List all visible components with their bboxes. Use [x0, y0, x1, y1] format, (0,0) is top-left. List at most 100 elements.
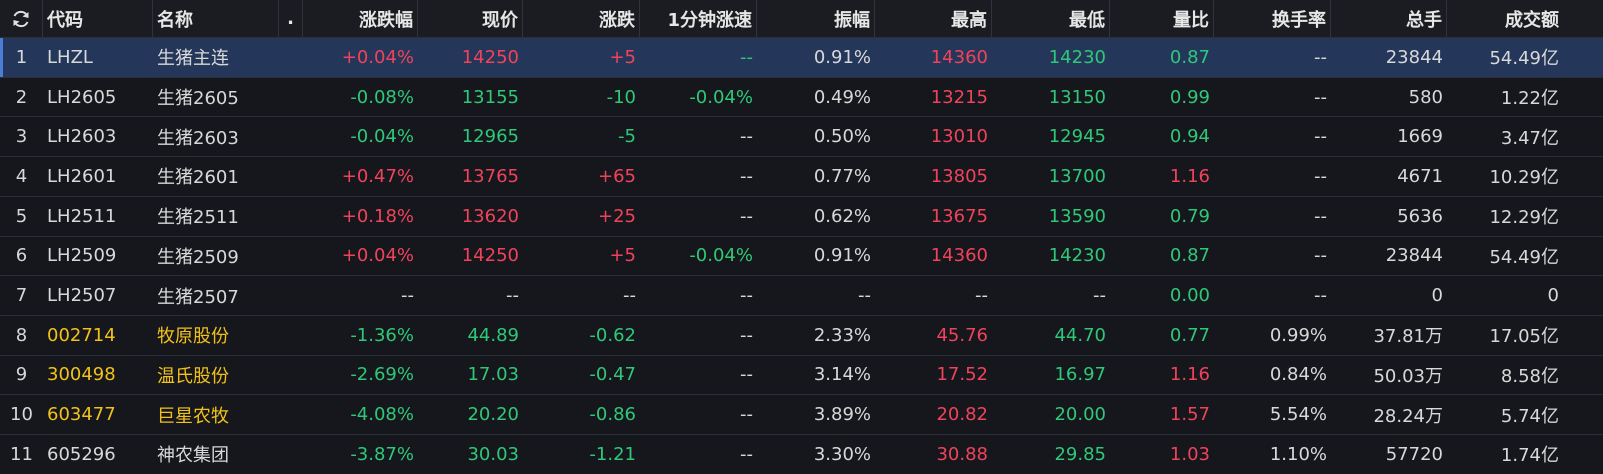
row-volume-ratio: 0.79	[1169, 205, 1210, 227]
row-index: 1	[15, 46, 28, 68]
row-high: 14360	[930, 46, 988, 68]
row-speed: --	[740, 205, 753, 227]
row-turnover-rate: 0.84%	[1269, 364, 1327, 386]
header-change-pct[interactable]: 涨跌幅	[303, 0, 418, 37]
row-turnover: 17.05亿	[1489, 326, 1559, 348]
row-low: 12945	[1048, 126, 1106, 148]
header-code[interactable]: 代码	[43, 0, 153, 37]
header-volume-ratio[interactable]: 量比	[1110, 0, 1214, 37]
row-low: 44.70	[1054, 324, 1106, 346]
table-row[interactable]: 3 LH2603 生猪2603 -0.04% 12965 -5 -- 0.50%…	[0, 116, 1603, 156]
header-low[interactable]: 最低	[992, 0, 1110, 37]
row-change: -10	[606, 86, 636, 108]
row-change: +25	[598, 205, 636, 227]
row-turnover: 0	[1547, 285, 1559, 307]
row-change: -1.21	[589, 443, 636, 465]
row-total-volume: 23844	[1385, 245, 1443, 267]
row-high: 20.82	[936, 404, 988, 426]
row-price: 12965	[461, 126, 519, 148]
row-change: -0.86	[589, 404, 636, 426]
row-index: 9	[15, 364, 28, 386]
row-high: 13805	[930, 165, 988, 187]
row-volume-ratio: 0.87	[1169, 245, 1210, 267]
row-total-volume: 37.81万	[1373, 326, 1443, 348]
row-low: --	[1093, 285, 1106, 307]
row-index: 4	[15, 165, 28, 187]
row-high: 45.76	[936, 324, 988, 346]
row-speed: --	[740, 126, 753, 148]
table-row[interactable]: 4 LH2601 生猪2601 +0.47% 13765 +65 -- 0.77…	[0, 156, 1603, 196]
header-name[interactable]: 名称	[153, 0, 279, 37]
row-change-pct: -4.08%	[350, 404, 414, 426]
row-turnover-rate: --	[1314, 86, 1327, 108]
row-high: 14360	[930, 245, 988, 267]
row-index: 5	[15, 205, 28, 227]
row-turnover: 3.47亿	[1500, 127, 1559, 149]
row-turnover: 54.49亿	[1489, 48, 1559, 70]
row-turnover-rate: 1.10%	[1269, 443, 1327, 465]
row-index: 7	[15, 285, 28, 307]
row-turnover-rate: 0.99%	[1269, 324, 1327, 346]
row-price: 17.03	[467, 364, 519, 386]
row-turnover-rate: --	[1314, 285, 1327, 307]
row-change-pct: --	[401, 285, 414, 307]
row-volume-ratio: 0.77	[1169, 324, 1210, 346]
header-amplitude[interactable]: 振幅	[757, 0, 875, 37]
table-row[interactable]: 6 LH2509 生猪2509 +0.04% 14250 +5 -0.04% 0…	[0, 235, 1603, 276]
row-low: 16.97	[1054, 364, 1106, 386]
row-price: 44.89	[467, 324, 519, 346]
table-row[interactable]: 5 LH2511 生猪2511 +0.18% 13620 +25 -- 0.62…	[0, 195, 1603, 236]
header-turnover-rate[interactable]: 换手率	[1214, 0, 1331, 37]
row-change-pct: +0.47%	[341, 165, 414, 187]
row-name: 神农集团	[157, 445, 229, 467]
row-low: 14230	[1048, 46, 1106, 68]
table-row[interactable]: 11 605296 神农集团 -3.87% 30.03 -1.21 -- 3.3…	[0, 434, 1603, 474]
row-name: 巨星农牧	[157, 405, 229, 427]
header-total-volume[interactable]: 总手	[1331, 0, 1447, 37]
row-volume-ratio: 0.87	[1169, 46, 1210, 68]
row-amplitude: 3.89%	[813, 404, 871, 426]
table-row[interactable]: 9 300498 温氏股份 -2.69% 17.03 -0.47 -- 3.14…	[0, 354, 1603, 395]
table-header: 代码 名称 . 涨跌幅 现价 涨跌 1分钟涨速 振幅 最高 最低 量比 换手率 …	[0, 0, 1603, 37]
row-turnover-rate: --	[1314, 205, 1327, 227]
row-amplitude: 0.49%	[813, 86, 871, 108]
row-speed: --	[740, 443, 753, 465]
row-volume-ratio: 0.00	[1169, 285, 1210, 307]
row-amplitude: 0.77%	[813, 165, 871, 187]
row-amplitude: 0.62%	[813, 205, 871, 227]
row-code: 605296	[47, 443, 116, 465]
row-total-volume: 580	[1408, 86, 1443, 108]
row-price: --	[506, 285, 519, 307]
row-code: 002714	[47, 324, 116, 346]
header-high[interactable]: 最高	[875, 0, 992, 37]
header-speed-1min[interactable]: 1分钟涨速	[640, 0, 757, 37]
row-amplitude: 2.33%	[813, 324, 871, 346]
header-turnover[interactable]: 成交额	[1447, 0, 1563, 37]
row-change: -5	[618, 126, 636, 148]
row-index: 3	[15, 126, 28, 148]
header-change[interactable]: 涨跌	[523, 0, 640, 37]
row-total-volume: 1669	[1397, 126, 1443, 148]
refresh-icon[interactable]	[0, 0, 43, 37]
header-flag[interactable]: .	[279, 0, 303, 37]
row-name: 牧原股份	[157, 326, 229, 348]
row-index: 10	[10, 404, 33, 426]
row-speed: -0.04%	[689, 86, 753, 108]
row-amplitude: 3.30%	[813, 443, 871, 465]
header-price[interactable]: 现价	[418, 0, 523, 37]
table-row[interactable]: 2 LH2605 生猪2605 -0.08% 13155 -10 -0.04% …	[0, 76, 1603, 117]
table-row[interactable]: 7 LH2507 生猪2507 -- -- -- -- -- -- -- 0.0…	[0, 275, 1603, 315]
row-name: 生猪主连	[157, 48, 229, 70]
row-change: +5	[609, 245, 636, 267]
row-turnover-rate: --	[1314, 165, 1327, 187]
row-code: 300498	[47, 364, 116, 386]
table-row[interactable]: 1 LHZL 生猪主连 +0.04% 14250 +5 -- 0.91% 143…	[0, 37, 1603, 77]
row-total-volume: 57720	[1385, 443, 1443, 465]
row-turnover-rate: --	[1314, 245, 1327, 267]
table-row[interactable]: 10 603477 巨星农牧 -4.08% 20.20 -0.86 -- 3.8…	[0, 394, 1603, 434]
row-price: 14250	[461, 46, 519, 68]
table-row[interactable]: 8 002714 牧原股份 -1.36% 44.89 -0.62 -- 2.33…	[0, 314, 1603, 355]
row-code: LHZL	[47, 46, 93, 68]
row-change-pct: -2.69%	[350, 364, 414, 386]
row-price: 13765	[461, 165, 519, 187]
